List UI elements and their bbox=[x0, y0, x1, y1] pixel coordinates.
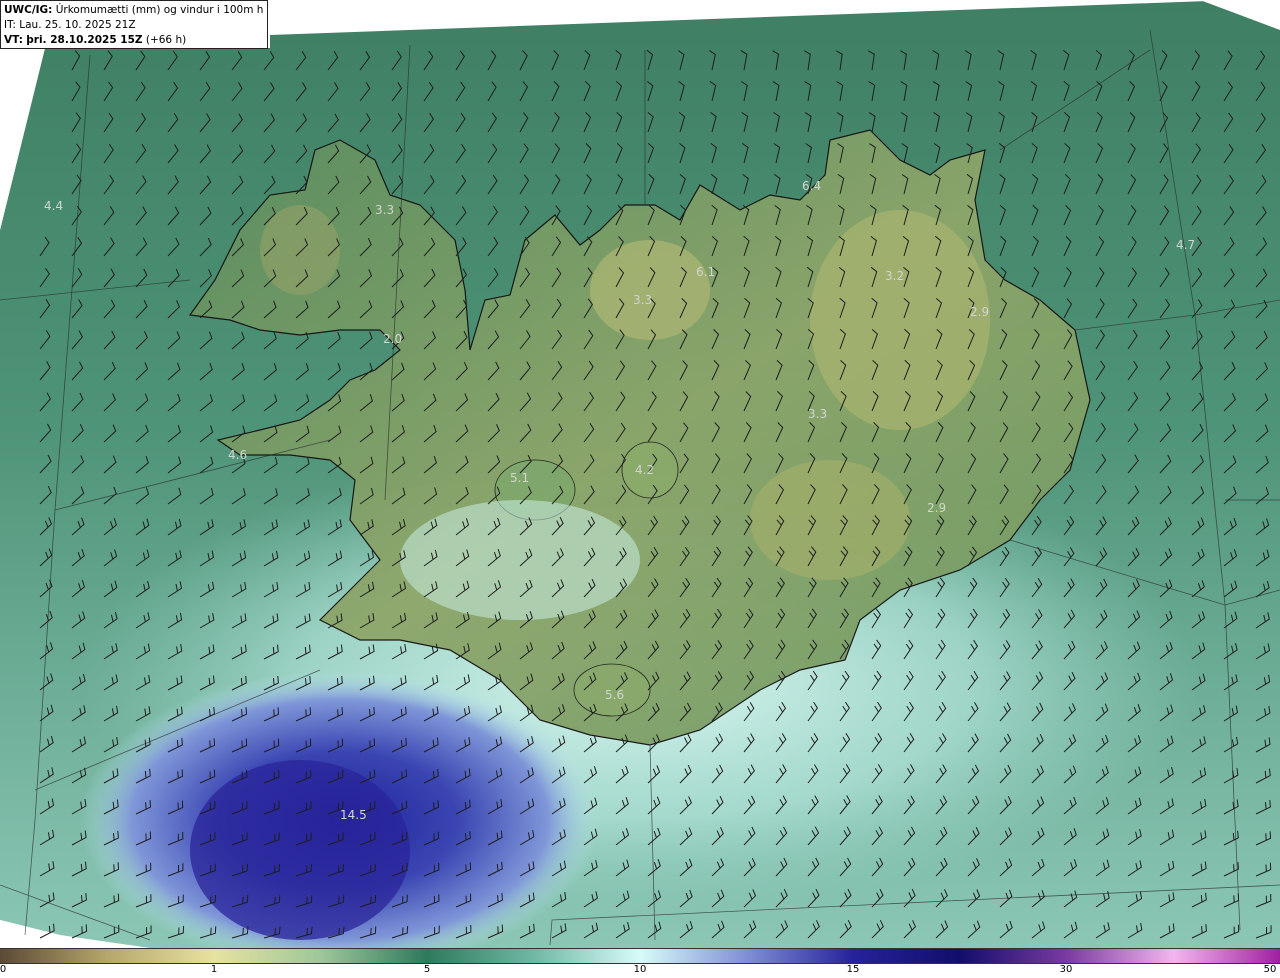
header-title-line: UWC/IG: Úrkomumætti (mm) og vindur i 100… bbox=[4, 3, 264, 18]
colorbar-tick: 10 bbox=[633, 964, 647, 975]
value-label: 2.0 bbox=[383, 332, 402, 346]
highland-southeast bbox=[750, 460, 910, 580]
colorbar: 0 1 5 10 15 30 50 bbox=[0, 948, 1280, 978]
map-header: UWC/IG: Úrkomumætti (mm) og vindur i 100… bbox=[0, 0, 268, 49]
value-label: 14.5 bbox=[340, 808, 367, 822]
colorbar-tick: 5 bbox=[423, 964, 431, 975]
value-label: 3.3 bbox=[808, 407, 827, 421]
value-label: 3.2 bbox=[885, 269, 904, 283]
value-label: 4.6 bbox=[228, 448, 247, 462]
value-label: 3.3 bbox=[375, 203, 394, 217]
vt-value: þri. 28.10.2025 15Z bbox=[26, 34, 143, 46]
value-label: 3.3 bbox=[633, 293, 652, 307]
value-label: 4.7 bbox=[1176, 238, 1195, 252]
value-label: 6.4 bbox=[802, 179, 821, 193]
value-label: 5.6 bbox=[605, 688, 624, 702]
model-name: UWC/IG: bbox=[4, 4, 53, 16]
colorbar-tick: 30 bbox=[1059, 964, 1073, 975]
highland-north bbox=[590, 240, 710, 340]
it-value: Lau. 25. 10. 2025 21Z bbox=[19, 19, 136, 31]
value-label: 5.1 bbox=[510, 471, 529, 485]
value-label: 4.2 bbox=[635, 463, 654, 477]
colorbar-tick: 1 bbox=[210, 964, 218, 975]
it-label: IT: bbox=[4, 19, 16, 31]
vt-lead: (+66 h) bbox=[145, 34, 187, 46]
value-label: 4.4 bbox=[44, 199, 63, 213]
southwest-light-area bbox=[400, 500, 640, 620]
colorbar-strip bbox=[0, 948, 1280, 964]
vt-label: VT: bbox=[4, 34, 23, 46]
colorbar-tick: 15 bbox=[846, 964, 860, 975]
initial-time-line: IT: Lau. 25. 10. 2025 21Z bbox=[4, 18, 264, 33]
heavy-precip-core-inner bbox=[190, 760, 410, 940]
valid-time-line: VT: þri. 28.10.2025 15Z (+66 h) bbox=[4, 33, 264, 48]
highland-westfjords bbox=[260, 205, 340, 295]
colorbar-tick: 0 bbox=[0, 964, 7, 975]
highland-east bbox=[810, 210, 990, 430]
precipitation-wind-map: 4.4 3.3 6.4 4.7 6.1 3.2 3.3 2.9 2.0 3.3 … bbox=[0, 0, 1280, 948]
value-label: 6.1 bbox=[696, 265, 715, 279]
value-label: 2.9 bbox=[970, 305, 989, 319]
field-title: Úrkomumætti (mm) og vindur i 100m hæð bbox=[55, 4, 264, 16]
value-label: 2.9 bbox=[927, 501, 946, 515]
colorbar-tick: 50 bbox=[1263, 964, 1277, 975]
